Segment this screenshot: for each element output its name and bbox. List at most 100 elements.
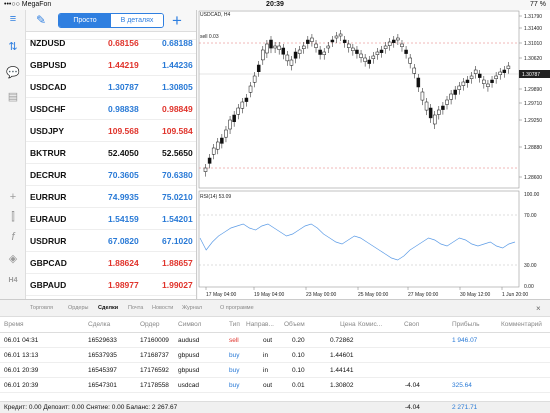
col-order: Ордер xyxy=(140,321,160,328)
timeframe-h4-icon[interactable]: H4 xyxy=(6,274,20,288)
col-commission: Комис... xyxy=(358,321,383,328)
quote-row[interactable]: USDCHF 0.98838 0.98849 xyxy=(26,98,196,120)
tab-orders[interactable]: Ордеры xyxy=(68,300,89,317)
symbol: GBPCAD xyxy=(30,258,67,268)
segment-simple[interactable]: Просто xyxy=(59,14,111,27)
quote-row[interactable]: GBPCAD 1.88624 1.88657 xyxy=(26,252,196,274)
col-symbol: Символ xyxy=(178,321,202,328)
bid: 1.88624 xyxy=(108,258,139,268)
close-icon[interactable]: × xyxy=(536,300,541,317)
cell-deal: 16537935 xyxy=(88,352,117,359)
objects-icon[interactable]: ◈ xyxy=(6,252,20,266)
cell-deal: 16545397 xyxy=(88,367,117,374)
quote-row[interactable]: BKTRUR 52.4050 52.5650 xyxy=(26,142,196,164)
col-direction: Направ... xyxy=(246,321,274,328)
symbol: EURAUD xyxy=(30,214,67,224)
ask: 52.5650 xyxy=(162,148,193,158)
battery: 77 % xyxy=(530,1,546,8)
cell-time: 06.01 13:13 xyxy=(4,352,39,359)
candles-icon[interactable]: ⫿ xyxy=(6,210,20,224)
quote-row[interactable]: DECRUR 70.3605 70.6380 xyxy=(26,164,196,186)
cell-dir: out xyxy=(263,382,273,389)
cell-order: 17160009 xyxy=(140,337,169,344)
table-row[interactable]: 06.01 04:31 16529633 17160009 audusd sell out… xyxy=(0,333,550,348)
tab-journal[interactable]: Журнал xyxy=(182,300,202,317)
price-chart[interactable]: 1.317901.314001.310101.306201.302301.298… xyxy=(198,10,550,299)
indicator-f-icon[interactable]: f xyxy=(6,230,20,244)
svg-text:1 Jun 20:00: 1 Jun 20:00 xyxy=(502,292,528,298)
tab-trade[interactable]: Торговля xyxy=(30,300,53,317)
symbol: BKTRUR xyxy=(30,148,66,158)
document-icon[interactable]: ▤ xyxy=(6,90,20,104)
bid: 70.3605 xyxy=(108,170,139,180)
bid: 0.68156 xyxy=(108,38,139,48)
trade-arrows-icon[interactable]: ⇅ xyxy=(6,40,20,54)
table-row[interactable]: 06.01 20:39 16547301 17178558 usdcad buy out 0… xyxy=(0,378,550,393)
symbol: GBPAUD xyxy=(30,280,67,290)
add-symbol-icon[interactable]: + xyxy=(172,10,182,32)
table-row[interactable]: 06.01 20:39 16545397 17176592 gbpusd buy in 0.… xyxy=(0,363,550,378)
cell-dir: out xyxy=(263,337,273,344)
svg-text:1.29890: 1.29890 xyxy=(524,87,542,93)
quote-row[interactable]: GBPUSD 1.44219 1.44236 xyxy=(26,54,196,76)
cell-profit: 325.64 xyxy=(452,382,472,389)
symbol: USDCAD xyxy=(30,82,67,92)
svg-text:100.00: 100.00 xyxy=(524,192,540,198)
quote-row[interactable]: USDRUR 67.0820 67.1020 xyxy=(26,230,196,252)
segment-detailed[interactable]: В деталях xyxy=(111,14,163,27)
cell-volume: 0.10 xyxy=(292,352,305,359)
edit-pencil-icon[interactable]: ✎ xyxy=(36,13,46,27)
cell-time: 06.01 04:31 xyxy=(4,337,39,344)
profit-total: 2 271.71 xyxy=(452,404,478,411)
ask: 1.44236 xyxy=(162,60,193,70)
account-summary: Кредит: 0.00 Депозит: 0.00 Снятие: 0.00 … xyxy=(4,404,178,411)
symbol: DECRUR xyxy=(30,170,67,180)
tab-news[interactable]: Новости xyxy=(152,300,173,317)
symbol: USDCHF xyxy=(30,104,66,114)
ask: 75.0210 xyxy=(162,192,193,202)
quote-row[interactable]: EURRUR 74.9935 75.0210 xyxy=(26,186,196,208)
cell-profit: 1 946.07 xyxy=(452,337,478,344)
svg-text:1.30620: 1.30620 xyxy=(524,56,542,62)
status-bar: •••○○ MegaFon 20:39 77 % xyxy=(0,0,550,10)
cell-volume: 0.01 xyxy=(292,382,305,389)
quote-row[interactable]: GBPAUD 1.98977 1.99027 xyxy=(26,274,196,296)
clock: 20:39 xyxy=(266,1,284,8)
cell-order: 17178558 xyxy=(140,382,169,389)
app-window: •••○○ MegaFon 20:39 77 % ≡ ⇅ 💬 ▤ + ⫿ f ◈… xyxy=(0,0,550,413)
crosshair-icon[interactable]: + xyxy=(6,190,20,204)
cell-type: sell xyxy=(229,337,239,344)
ask: 109.584 xyxy=(162,126,193,136)
svg-text:0.00: 0.00 xyxy=(524,284,534,290)
cell-symbol: usdcad xyxy=(178,382,199,389)
quote-row[interactable]: NZDUSD 0.68156 0.68188 xyxy=(26,32,196,54)
cell-volume: 0.10 xyxy=(292,367,305,374)
svg-text:70.00: 70.00 xyxy=(524,213,537,219)
tab-deals[interactable]: Сделки xyxy=(98,300,118,317)
tab-mail[interactable]: Почта xyxy=(128,300,143,317)
svg-text:1.31400: 1.31400 xyxy=(524,26,542,32)
quote-row[interactable]: EURAUD 1.54159 1.54201 xyxy=(26,208,196,230)
quotes-panel: EURUSD 1.17763 1.17783 ✎ Просто В деталя… xyxy=(26,10,197,299)
ask: 67.1020 xyxy=(162,236,193,246)
svg-text:30.00: 30.00 xyxy=(524,263,537,269)
account-footer: Кредит: 0.00 Депозит: 0.00 Снятие: 0.00 … xyxy=(0,401,550,413)
quote-row[interactable]: USDCAD 1.30787 1.30805 xyxy=(26,76,196,98)
cell-order: 17168737 xyxy=(140,352,169,359)
chart-area[interactable]: 1.317901.314001.310101.306201.302301.298… xyxy=(198,10,550,299)
ask: 1.99027 xyxy=(162,280,193,290)
cell-time: 06.01 20:39 xyxy=(4,367,39,374)
deals-table: Время Сделка Ордер Символ Тип Направ... … xyxy=(0,317,550,401)
svg-text:1.29710: 1.29710 xyxy=(524,101,542,107)
rsi-label: RSI(14) 53.09 xyxy=(200,194,232,200)
chat-icon[interactable]: 💬 xyxy=(6,66,20,80)
bid: 0.98838 xyxy=(108,104,139,114)
list-icon[interactable]: ≡ xyxy=(6,12,20,26)
svg-text:17 May 04:00: 17 May 04:00 xyxy=(206,292,237,298)
cell-price: 1.44601 xyxy=(330,352,354,359)
tab-about[interactable]: О программе xyxy=(220,300,254,317)
quote-row[interactable]: USDJPY 109.568 109.584 xyxy=(26,120,196,142)
table-row[interactable]: 06.01 13:13 16537935 17168737 gbpusd buy in 0.… xyxy=(0,348,550,363)
svg-text:1.28880: 1.28880 xyxy=(524,145,542,151)
svg-text:1.28600: 1.28600 xyxy=(524,175,542,181)
